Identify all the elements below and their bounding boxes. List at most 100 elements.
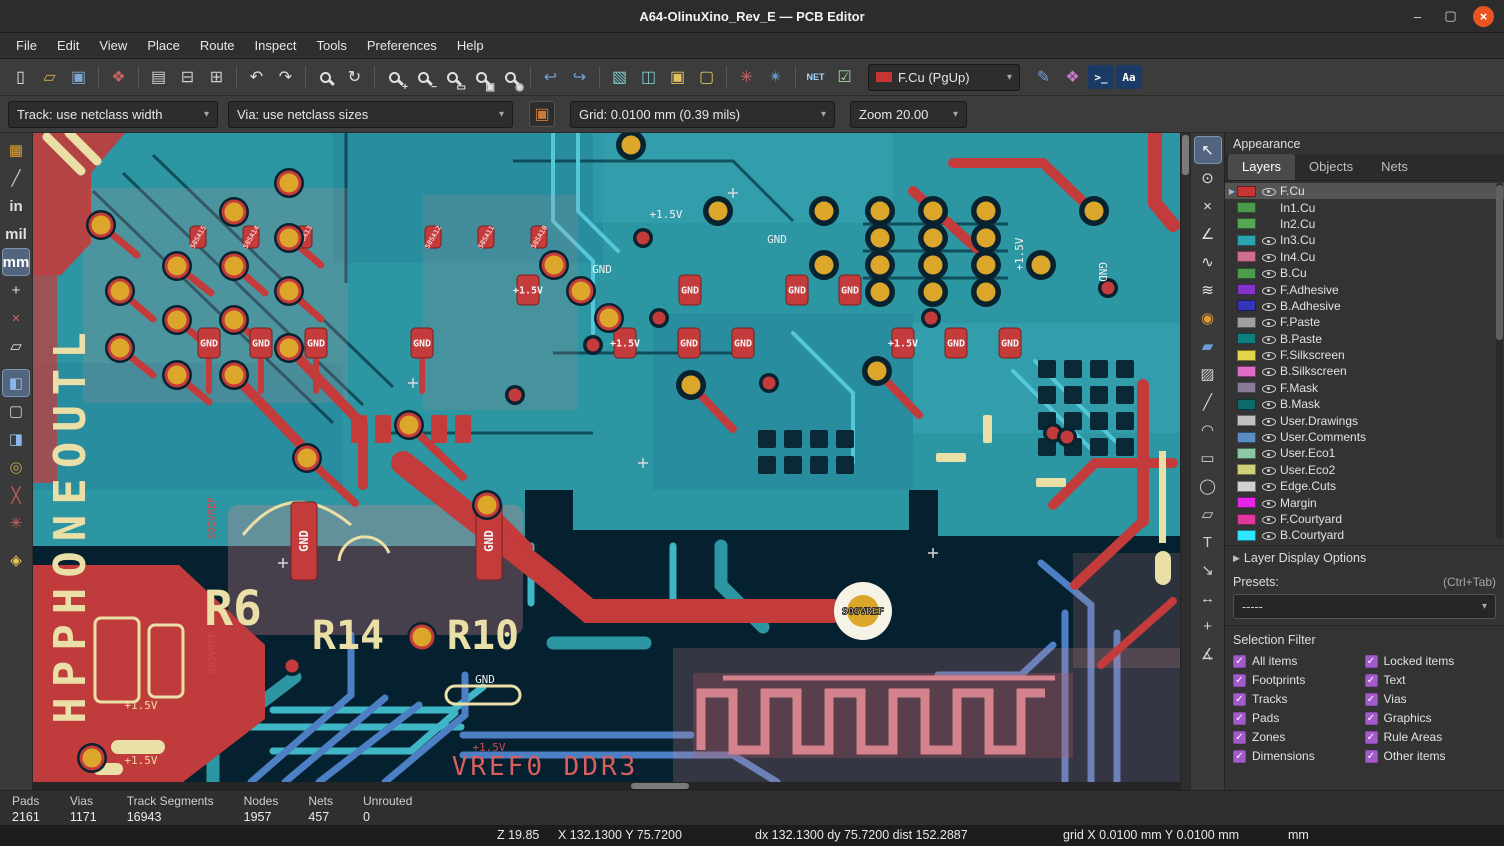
layer-color-swatch[interactable]	[1237, 317, 1256, 328]
checkbox-icon[interactable]: ✓	[1365, 750, 1378, 763]
route-tracks-tool[interactable]: ∿	[1195, 249, 1221, 275]
checkbox-icon[interactable]: ✓	[1365, 731, 1378, 744]
layer-color-swatch[interactable]	[1237, 284, 1256, 295]
via-size-dropdown[interactable]: Via: use netclass sizes ▾	[228, 101, 513, 128]
layer-visibility-eye-icon[interactable]	[1261, 397, 1276, 411]
rectangle-tool[interactable]: ▭	[1195, 445, 1221, 471]
minimize-button[interactable]: –	[1407, 6, 1428, 27]
polygon-tool[interactable]: ▱	[1195, 501, 1221, 527]
local-ratsnest-tool[interactable]: ×	[1195, 193, 1221, 219]
router-settings-icon[interactable]: ▣	[529, 101, 555, 127]
menu-view[interactable]: View	[89, 33, 137, 58]
layer-color-swatch[interactable]	[1237, 235, 1256, 246]
net-inspector-button[interactable]: NET	[802, 64, 829, 91]
color-settings-button[interactable]: ❖	[1059, 64, 1086, 91]
crosshair-cursor-button[interactable]: +	[3, 277, 29, 303]
menu-route[interactable]: Route	[190, 33, 245, 58]
layer-row-user-comments[interactable]: User.Comments	[1225, 429, 1504, 445]
unlock-button[interactable]: ▢	[693, 64, 720, 91]
layer-row-f-courtyard[interactable]: F.Courtyard	[1225, 511, 1504, 527]
layer-color-swatch[interactable]	[1237, 350, 1256, 361]
pcb-canvas[interactable]: GNDGNDGNDGNDGNDGNDGNDGNDGNDGNDGND+1.5V+1…	[33, 133, 1180, 782]
filter-all-items[interactable]: ✓All items	[1233, 654, 1365, 668]
layer-visibility-eye-icon[interactable]	[1261, 250, 1276, 264]
layer-color-swatch[interactable]	[1237, 333, 1256, 344]
nav-back-button[interactable]: ↩	[537, 64, 564, 91]
layer-visibility-eye-icon[interactable]	[1261, 496, 1276, 510]
canvas-hscrollbar[interactable]	[33, 782, 1180, 790]
zoom-dropdown[interactable]: Zoom 20.00 ▾	[850, 101, 967, 128]
filter-dimensions[interactable]: ✓Dimensions	[1233, 749, 1365, 763]
new-board-button[interactable]: ▯	[7, 64, 34, 91]
vscroll-handle[interactable]	[1182, 135, 1189, 175]
layer-row-user-drawings[interactable]: User.Drawings	[1225, 412, 1504, 428]
layer-row-f-cu[interactable]: ▶F.Cu	[1225, 183, 1504, 199]
layer-row-f-paste[interactable]: F.Paste	[1225, 314, 1504, 330]
layer-visibility-eye-icon[interactable]	[1261, 233, 1276, 247]
layer-color-swatch[interactable]	[1237, 218, 1256, 229]
filter-text[interactable]: ✓Text	[1365, 673, 1497, 687]
layer-visibility-eye-icon[interactable]	[1261, 381, 1276, 395]
menu-inspect[interactable]: Inspect	[245, 33, 307, 58]
crop-view-button[interactable]: ◫	[635, 64, 662, 91]
dimension-tool[interactable]: ↔	[1195, 585, 1221, 611]
layer-row-in1-cu[interactable]: In1.Cu	[1225, 199, 1504, 215]
zoom-fit-button[interactable]: ▭	[439, 64, 466, 91]
layer-color-swatch[interactable]	[1237, 202, 1256, 213]
tune-length-tool[interactable]: ≋	[1195, 277, 1221, 303]
layer-row-margin[interactable]: Margin	[1225, 494, 1504, 510]
zone-display-button[interactable]: ◧	[3, 370, 29, 396]
find-button[interactable]	[312, 64, 339, 91]
layer-visibility-eye-icon[interactable]	[1261, 266, 1276, 280]
refresh-button[interactable]: ↻	[341, 64, 368, 91]
layer-color-swatch[interactable]	[1237, 186, 1256, 197]
drill-origin-button[interactable]: ╱	[3, 165, 29, 191]
measure-net-tool[interactable]: ∠	[1195, 221, 1221, 247]
layer-row-b-cu[interactable]: B.Cu	[1225, 265, 1504, 281]
lock-button[interactable]: ▣	[664, 64, 691, 91]
layer-color-swatch[interactable]	[1237, 497, 1256, 508]
close-button[interactable]: ×	[1473, 6, 1494, 27]
inactive-layer-display-button[interactable]: ╳	[3, 482, 29, 508]
menu-help[interactable]: Help	[447, 33, 494, 58]
drc-button[interactable]: ☑	[831, 64, 858, 91]
zoom-selection-button[interactable]: ▣	[468, 64, 495, 91]
menu-edit[interactable]: Edit	[47, 33, 89, 58]
rule-area-tool[interactable]: ▨	[1195, 361, 1221, 387]
checkbox-icon[interactable]: ✓	[1365, 655, 1378, 668]
layer-visibility-eye-icon[interactable]	[1261, 201, 1276, 215]
text-variables-button[interactable]: Aa	[1116, 65, 1142, 89]
layer-color-swatch[interactable]	[1237, 300, 1256, 311]
plugin-manager-button[interactable]: ❖	[105, 64, 132, 91]
via-tool[interactable]: ◉	[1195, 305, 1221, 331]
filter-zones[interactable]: ✓Zones	[1233, 730, 1365, 744]
filter-other-items[interactable]: ✓Other items	[1365, 749, 1497, 763]
circle-tool[interactable]: ◯	[1195, 473, 1221, 499]
filter-tracks[interactable]: ✓Tracks	[1233, 692, 1365, 706]
leader-tool[interactable]: ↘	[1195, 557, 1221, 583]
filter-pads[interactable]: ✓Pads	[1233, 711, 1365, 725]
text-tool[interactable]: T	[1195, 529, 1221, 555]
layer-color-swatch[interactable]	[1237, 382, 1256, 393]
scripting-console-button[interactable]: >_	[1088, 65, 1114, 89]
checkbox-icon[interactable]: ✓	[1233, 712, 1246, 725]
arc-tool[interactable]: ◠	[1195, 417, 1221, 443]
layer-row-f-silkscreen[interactable]: F.Silkscreen	[1225, 347, 1504, 363]
layer-row-user-eco2[interactable]: User.Eco2	[1225, 462, 1504, 478]
layer-visibility-eye-icon[interactable]	[1261, 446, 1276, 460]
layer-color-swatch[interactable]	[1237, 366, 1256, 377]
checkbox-icon[interactable]: ✓	[1365, 693, 1378, 706]
layer-row-user-eco1[interactable]: User.Eco1	[1225, 445, 1504, 461]
rule-area-display-button[interactable]: ▱	[3, 333, 29, 359]
undo-button[interactable]: ↶	[243, 64, 270, 91]
plot-button[interactable]: ⊞	[203, 64, 230, 91]
checkbox-icon[interactable]: ✓	[1233, 655, 1246, 668]
grid-dropdown[interactable]: Grid: 0.0100 mm (0.39 mils) ▾	[570, 101, 835, 128]
ratsnest-button[interactable]: ✳	[733, 64, 760, 91]
layer-row-b-paste[interactable]: B.Paste	[1225, 331, 1504, 347]
layer-visibility-eye-icon[interactable]	[1261, 512, 1276, 526]
layer-visibility-eye-icon[interactable]	[1261, 217, 1276, 231]
canvas-vscrollbar[interactable]	[1180, 133, 1190, 790]
pad-display-button[interactable]: ▢	[3, 398, 29, 424]
via-display-button[interactable]: ◨	[3, 426, 29, 452]
